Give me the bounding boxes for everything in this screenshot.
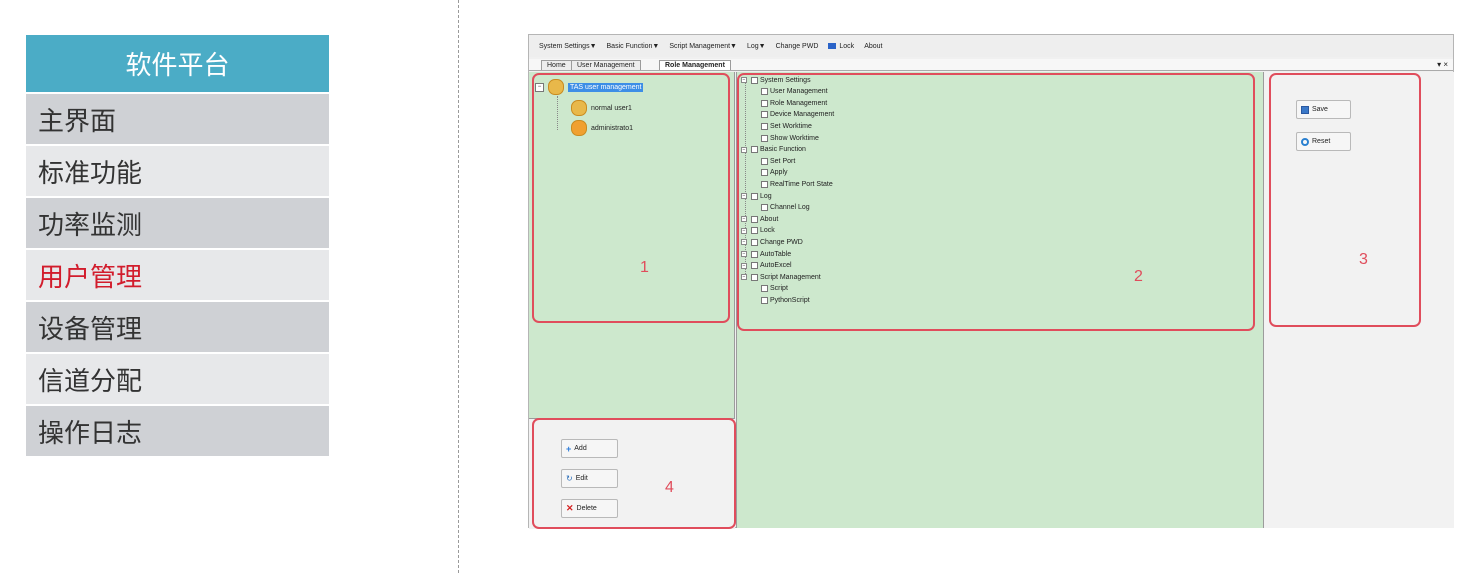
nav-item-device-management[interactable]: 设备管理 bbox=[26, 302, 329, 352]
annotation-label-1: 1 bbox=[640, 259, 649, 276]
menu-bar: System Settings▼ Basic Function▼ Script … bbox=[529, 35, 1453, 57]
annotation-box-2 bbox=[737, 73, 1255, 331]
dashed-divider bbox=[458, 0, 459, 573]
annotation-box-3 bbox=[1269, 73, 1421, 327]
menu-lock[interactable]: Lock bbox=[828, 43, 854, 50]
tab-role-management[interactable]: Role Management bbox=[659, 60, 731, 70]
nav-item-power-monitor[interactable]: 功率监测 bbox=[26, 198, 329, 248]
left-nav: 软件平台 主界面 标准功能 功率监测 用户管理 设备管理 信道分配 操作日志 bbox=[26, 35, 329, 456]
menu-change-pwd[interactable]: Change PWD bbox=[776, 43, 819, 50]
annotation-label-3: 3 bbox=[1359, 251, 1368, 268]
tab-bar: Home User Management Role Management ▾ × bbox=[529, 59, 1453, 71]
tab-home[interactable]: Home bbox=[541, 60, 572, 70]
menu-about[interactable]: About bbox=[864, 43, 882, 50]
nav-item-user-management[interactable]: 用户管理 bbox=[26, 250, 329, 300]
annotation-label-4: 4 bbox=[665, 479, 674, 496]
menu-basic-function[interactable]: Basic Function▼ bbox=[607, 43, 660, 50]
menu-log[interactable]: Log▼ bbox=[747, 43, 766, 50]
nav-item-main[interactable]: 主界面 bbox=[26, 94, 329, 144]
tab-user-management[interactable]: User Management bbox=[571, 60, 641, 70]
nav-item-standard-function[interactable]: 标准功能 bbox=[26, 146, 329, 196]
annotation-box-4 bbox=[532, 418, 736, 529]
annotation-box-1 bbox=[532, 73, 730, 323]
flag-icon bbox=[828, 42, 837, 49]
tab-controls[interactable]: ▾ × bbox=[1437, 59, 1448, 71]
menu-script-management[interactable]: Script Management▼ bbox=[669, 43, 737, 50]
nav-title: 软件平台 bbox=[26, 35, 329, 92]
menu-system-settings[interactable]: System Settings▼ bbox=[539, 43, 597, 50]
nav-item-channel-allocation[interactable]: 信道分配 bbox=[26, 354, 329, 404]
nav-item-operation-log[interactable]: 操作日志 bbox=[26, 406, 329, 456]
app-window: System Settings▼ Basic Function▼ Script … bbox=[528, 34, 1454, 529]
annotation-label-2: 2 bbox=[1134, 268, 1143, 285]
menu-lock-label: Lock bbox=[839, 42, 855, 50]
